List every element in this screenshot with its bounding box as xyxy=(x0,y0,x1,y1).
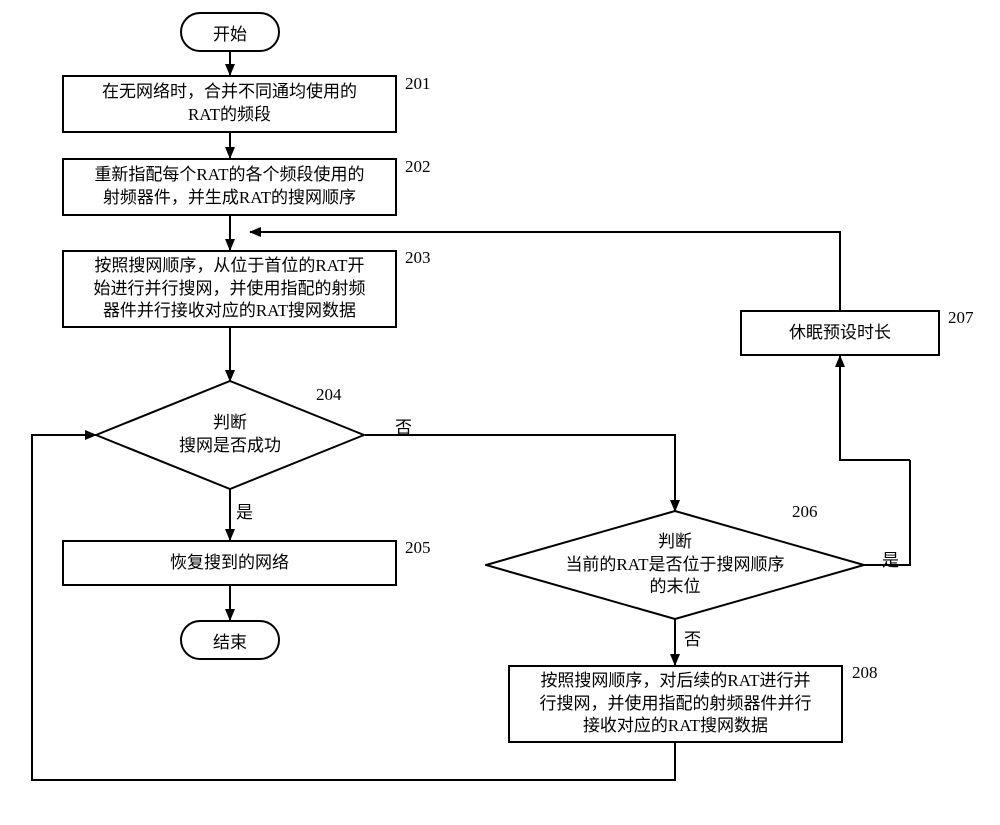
process-207: 休眠预设时长 xyxy=(740,310,940,356)
process-203-label: 203 xyxy=(405,248,431,268)
process-201-text: 在无网络时，合并不同通均使用的 RAT的频段 xyxy=(102,81,357,127)
process-207-text: 休眠预设时长 xyxy=(789,322,891,345)
process-205: 恢复搜到的网络 xyxy=(62,540,397,586)
decision-206: 判断 当前的RAT是否位于搜网顺序 的末位 xyxy=(485,510,865,620)
decision-204-yes: 是 xyxy=(236,498,253,523)
end-label: 结束 xyxy=(213,628,247,653)
process-201: 在无网络时，合并不同通均使用的 RAT的频段 xyxy=(62,75,397,133)
decision-206-no: 否 xyxy=(684,625,701,650)
decision-206-text: 判断 当前的RAT是否位于搜网顺序 的末位 xyxy=(565,531,784,600)
end-terminator: 结束 xyxy=(180,620,280,660)
process-208: 按照搜网顺序，对后续的RAT进行并 行搜网，并使用指配的射频器件并行 接收对应的… xyxy=(508,665,843,743)
decision-206-label: 206 xyxy=(792,502,818,522)
process-202-text: 重新指配每个RAT的各个频段使用的 射频器件，并生成RAT的搜网顺序 xyxy=(94,164,364,210)
decision-204-label: 204 xyxy=(316,385,342,405)
process-203-text: 按照搜网顺序，从位于首位的RAT开 始进行并行搜网，并使用指配的射频 器件并行接… xyxy=(94,255,366,324)
process-205-label: 205 xyxy=(405,538,431,558)
start-label: 开始 xyxy=(213,20,247,45)
process-205-text: 恢复搜到的网络 xyxy=(170,552,289,575)
process-202-label: 202 xyxy=(405,157,431,177)
decision-204-no: 否 xyxy=(395,413,412,438)
decision-204-text: 判断 搜网是否成功 xyxy=(179,412,281,458)
process-202: 重新指配每个RAT的各个频段使用的 射频器件，并生成RAT的搜网顺序 xyxy=(62,158,397,216)
start-terminator: 开始 xyxy=(180,12,280,52)
process-207-label: 207 xyxy=(948,308,974,328)
process-208-text: 按照搜网顺序，对后续的RAT进行并 行搜网，并使用指配的射频器件并行 接收对应的… xyxy=(540,670,812,739)
process-201-label: 201 xyxy=(405,74,431,94)
process-203: 按照搜网顺序，从位于首位的RAT开 始进行并行搜网，并使用指配的射频 器件并行接… xyxy=(62,250,397,328)
decision-206-yes: 是 xyxy=(882,546,899,571)
process-208-label: 208 xyxy=(852,663,878,683)
